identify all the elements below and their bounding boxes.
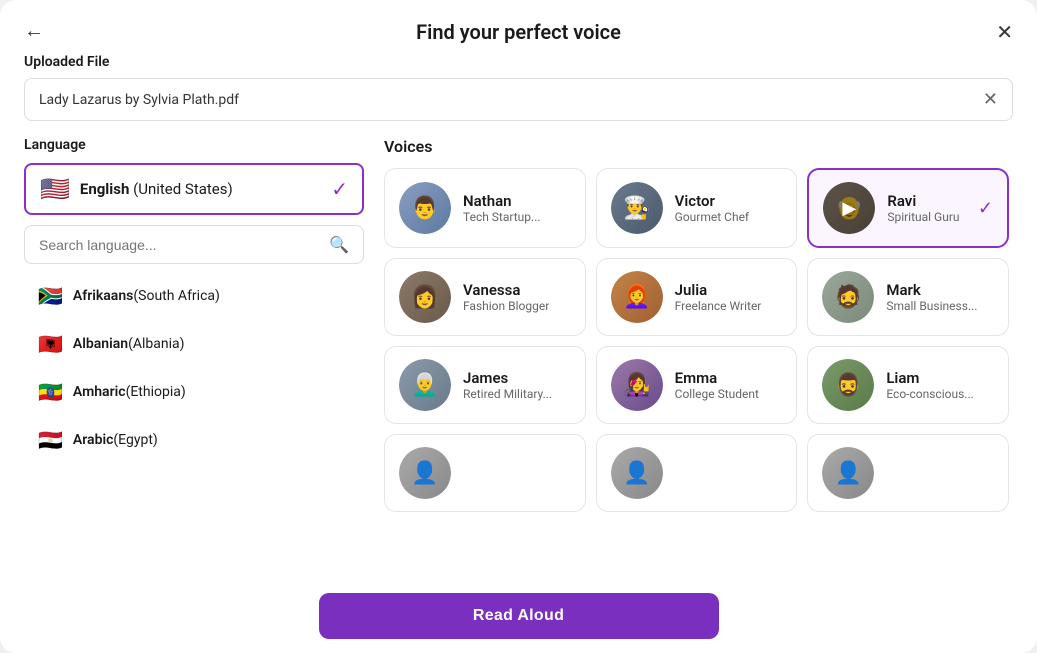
bottom-section: Language 🇺🇸 English (United States) ✓ 🔍 … [24,137,1013,579]
voice-info: JamesRetired Military... [463,369,571,401]
selected-language[interactable]: 🇺🇸 English (United States) ✓ [24,163,364,215]
avatar-circle: 👩 [399,271,451,323]
voices-panel: Voices 👨 NathanTech Startup... 👨‍🍳 VictorGo… [384,137,1013,579]
voice-name: James [463,369,571,387]
language-list: 🇿🇦Afrikaans (South Africa)🇦🇱Albanian (Al… [24,274,364,579]
language-panel: Language 🇺🇸 English (United States) ✓ 🔍 … [24,137,364,579]
file-input-row: Lady Lazarus by Sylvia Plath.pdf ✕ [24,78,1013,121]
voice-info: VictorGourmet Chef [675,192,783,224]
voice-info: RaviSpiritual Guru [887,192,966,224]
uploaded-label: Uploaded File [24,54,1013,70]
voice-avatar: 👤 [399,447,451,499]
voice-avatar: 👤 [611,447,663,499]
voice-name: Julia [675,281,783,299]
voices-grid: 👨 NathanTech Startup... 👨‍🍳 VictorGourmet C… [384,168,1013,512]
avatar-circle: 👨‍🍳 [611,182,663,234]
voice-role: Retired Military... [463,387,571,401]
voice-info: LiamEco-conscious... [886,369,994,401]
file-clear-button[interactable]: ✕ [983,89,998,110]
voice-avatar: 👤 [822,447,874,499]
selected-lang-name: English (United States) [80,180,331,198]
voice-card[interactable]: 🧔‍♂️ LiamEco-conscious... [807,346,1009,424]
voice-card[interactable]: 👨 NathanTech Startup... [384,168,586,248]
voice-name: Victor [675,192,783,210]
avatar-circle: 👤 [822,447,874,499]
search-lang-row[interactable]: 🔍 [24,225,364,264]
voice-name: Mark [886,281,994,299]
voice-avatar: 👩 [399,271,451,323]
voice-avatar: 🧔‍♂️ [822,359,874,411]
voice-avatar: 👴▶ [823,182,875,234]
language-list-item[interactable]: 🇪🇬Arabic (Egypt) [24,418,364,462]
language-list-item[interactable]: 🇪🇹Amharic (Ethiopia) [24,370,364,414]
voice-name: Liam [886,369,994,387]
voice-avatar: 👩‍🦰 [611,271,663,323]
voice-avatar: 👨‍🍳 [611,182,663,234]
voice-role: Tech Startup... [463,210,571,224]
voice-role: Gourmet Chef [675,210,783,224]
voice-info: NathanTech Startup... [463,192,571,224]
modal-title: Find your perfect voice [416,20,621,44]
lang-flag: 🇦🇱 [38,332,63,356]
voice-card[interactable]: 👤 [807,434,1009,512]
voice-role: College Student [675,387,783,401]
voice-avatar: 🧔 [822,271,874,323]
avatar-circle: 👨 [399,182,451,234]
avatar-circle: 👩‍🎤 [611,359,663,411]
avatar-circle: 👨‍🦳 [399,359,451,411]
voice-info: EmmaCollege Student [675,369,783,401]
lang-flag: 🇪🇬 [38,428,63,452]
voice-role: Spiritual Guru [887,210,966,224]
search-icon: 🔍 [329,235,349,254]
play-overlay: ▶ [823,182,875,234]
voice-role: Small Business... [886,299,994,313]
voice-card[interactable]: 👩 VanessaFashion Blogger [384,258,586,336]
uploaded-section: Uploaded File Lady Lazarus by Sylvia Pla… [24,54,1013,121]
voice-avatar: 👨 [399,182,451,234]
avatar-circle: 🧔 [822,271,874,323]
voice-info: JuliaFreelance Writer [675,281,783,313]
voice-card[interactable]: 👨‍🍳 VictorGourmet Chef [596,168,798,248]
voice-avatar: 👨‍🦳 [399,359,451,411]
selected-flag: 🇺🇸 [40,175,70,203]
language-list-item[interactable]: 🇦🇱Albanian (Albania) [24,322,364,366]
voice-info: MarkSmall Business... [886,281,994,313]
voice-name: Vanessa [463,281,571,299]
voice-card[interactable]: 👤 [384,434,586,512]
voice-avatar: 👩‍🎤 [611,359,663,411]
voice-role: Freelance Writer [675,299,783,313]
modal-header: ← Find your perfect voice ✕ [0,0,1037,54]
avatar-circle: 👤 [611,447,663,499]
modal: ← Find your perfect voice ✕ Uploaded Fil… [0,0,1037,653]
voice-name: Ravi [887,192,966,210]
voice-name: Emma [675,369,783,387]
content-area: Uploaded File Lady Lazarus by Sylvia Pla… [0,54,1037,579]
voice-role: Fashion Blogger [463,299,571,313]
back-button[interactable]: ← [24,20,44,43]
avatar-circle: 👤 [399,447,451,499]
bottom-bar: Read Aloud [0,579,1037,653]
voice-name: Nathan [463,192,571,210]
voices-label: Voices [384,137,1013,156]
voice-card[interactable]: 👴▶ RaviSpiritual Guru ✓ [807,168,1009,248]
voice-card[interactable]: 👩‍🎤 EmmaCollege Student [596,346,798,424]
voice-selected-check: ✓ [978,198,993,219]
selected-check-icon: ✓ [331,177,348,201]
voice-card[interactable]: 👤 [596,434,798,512]
voice-info: VanessaFashion Blogger [463,281,571,313]
language-list-item[interactable]: 🇿🇦Afrikaans (South Africa) [24,274,364,318]
lang-flag: 🇪🇹 [38,380,63,404]
language-label: Language [24,137,364,153]
voice-card[interactable]: 🧔 MarkSmall Business... [807,258,1009,336]
search-language-input[interactable] [39,237,329,253]
avatar-circle: 🧔‍♂️ [822,359,874,411]
read-aloud-button[interactable]: Read Aloud [319,593,719,639]
voice-card[interactable]: 👩‍🦰 JuliaFreelance Writer [596,258,798,336]
lang-flag: 🇿🇦 [38,284,63,308]
voice-role: Eco-conscious... [886,387,994,401]
voice-card[interactable]: 👨‍🦳 JamesRetired Military... [384,346,586,424]
avatar-circle: 👩‍🦰 [611,271,663,323]
file-name: Lady Lazarus by Sylvia Plath.pdf [39,92,983,108]
close-button[interactable]: ✕ [996,20,1013,45]
